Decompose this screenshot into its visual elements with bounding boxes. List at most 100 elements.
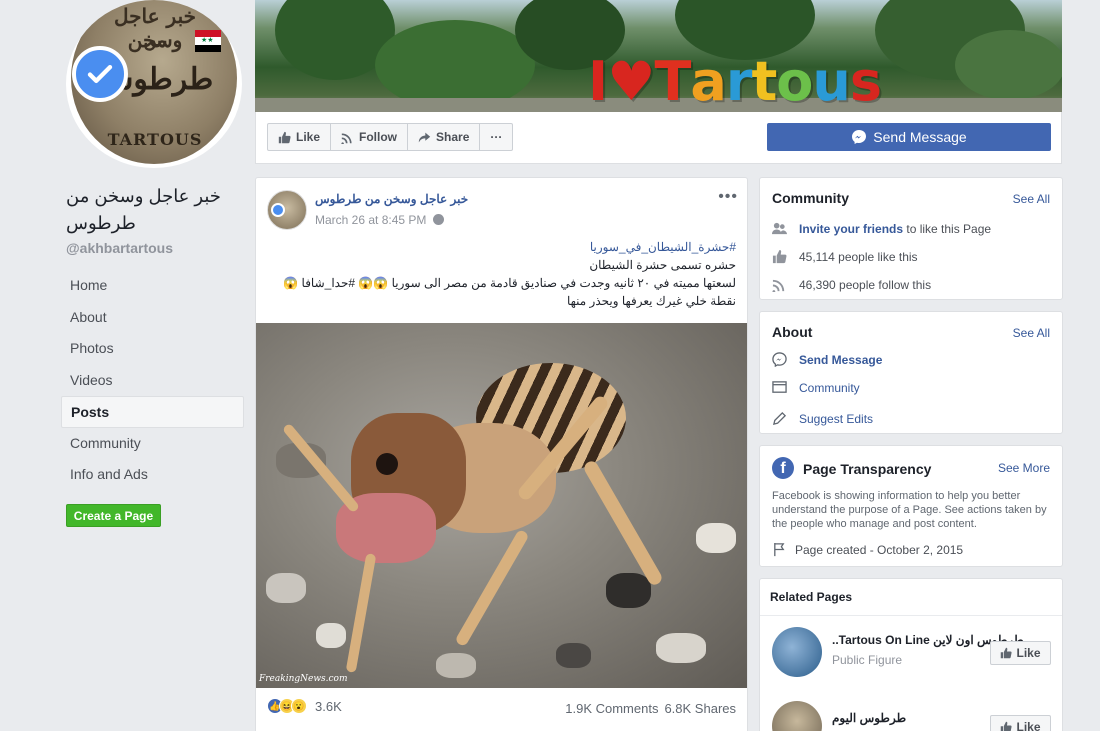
page-nav: Home About Photos Videos Posts Community… — [61, 270, 244, 491]
nav-item-photos[interactable]: Photos — [61, 333, 244, 365]
nav-item-info-and-ads[interactable]: Info and Ads — [61, 459, 244, 491]
page-name[interactable]: خبر عاجل وسخن من طرطوس — [66, 183, 246, 237]
community-card: Community See All Invite your friends to… — [759, 177, 1063, 300]
transparency-see-more-link[interactable]: See More — [998, 461, 1050, 475]
community-see-all-link[interactable]: See All — [1013, 192, 1050, 206]
about-title: About — [772, 324, 813, 340]
nav-item-videos[interactable]: Videos — [61, 365, 244, 397]
profile-picture[interactable]: خبر عاجل وسخن من طرطوس TARTOUS ★★ — [66, 0, 242, 168]
wow-reaction-icon: 😮 — [291, 698, 307, 714]
post-hashtag[interactable]: #حشرة_الشيطان_في_سوريا — [276, 238, 736, 256]
related-page-name[interactable]: طرطوس اليوم — [832, 711, 906, 725]
post-time-text: March 26 at 8:45 PM — [315, 213, 427, 227]
image-watermark: FreakingNews.com — [259, 674, 348, 684]
post-options-button[interactable]: ••• — [718, 188, 738, 206]
post-author-name[interactable]: خبر عاجل وسخن من طرطوس — [315, 192, 468, 206]
nav-item-home[interactable]: Home — [61, 270, 244, 302]
cover-photo[interactable]: I♥Tartous — [255, 0, 1062, 112]
page-created-text: Page created - October 2, 2015 — [795, 542, 964, 557]
reaction-count: 3.6K — [315, 698, 342, 714]
invite-friends-link[interactable]: Invite your friends — [799, 222, 903, 236]
shares-count-link[interactable]: 6.8K Shares — [664, 701, 736, 716]
suggest-edits-link[interactable]: Suggest Edits — [799, 412, 873, 426]
rss-icon — [341, 132, 352, 144]
related-page-like-label: Like — [1016, 646, 1041, 660]
transparency-title: Page Transparency — [803, 461, 932, 477]
divider — [760, 615, 1062, 616]
cover-sign-letter: u — [812, 50, 850, 112]
post-text-line-3: لسعتها مميته في ٢٠ ثانيه وجدت في صناديق … — [283, 276, 736, 290]
share-button[interactable]: Share — [408, 124, 481, 150]
about-card: About See All Send Message Community Sug… — [759, 311, 1063, 434]
create-page-button[interactable]: Create a Page — [66, 504, 161, 527]
thumbs-up-icon — [278, 131, 291, 143]
related-page-like-button[interactable]: Like — [990, 715, 1051, 731]
community-title: Community — [772, 190, 849, 206]
invite-friends-row[interactable]: Invite your friends to like this Page — [772, 221, 991, 236]
thumbs-up-icon — [1001, 721, 1013, 731]
related-page-avatar[interactable] — [772, 627, 822, 677]
cover-sign-letters: I♥Tartous — [588, 50, 882, 112]
nav-item-community[interactable]: Community — [61, 428, 244, 460]
flag-icon — [774, 542, 785, 557]
about-community-row[interactable]: Community — [772, 380, 860, 395]
likes-count-row: 45,114 people like this — [772, 249, 918, 264]
cover-sign-letter: T — [654, 50, 692, 112]
comments-count-link[interactable]: 1.9K Comments — [565, 701, 658, 716]
invite-friends-rest: to like this Page — [903, 221, 992, 236]
send-message-label: Send Message — [873, 129, 967, 145]
post-author-avatar[interactable] — [267, 190, 307, 230]
messenger-icon — [772, 352, 787, 367]
related-page-like-button[interactable]: Like — [990, 641, 1051, 665]
related-page-item-2[interactable]: طرطوس اليوم — [772, 701, 906, 731]
cover-sign-letter: t — [751, 50, 777, 112]
more-dots-icon: ··· — [490, 130, 503, 144]
reactions-summary[interactable]: 👍 😆 😮 3.6K — [267, 698, 342, 714]
follows-count-text: 46,390 people follow this — [799, 277, 932, 292]
post-text: #حشرة_الشيطان_في_سوريا حشره تسمى حشرة ال… — [276, 238, 736, 310]
post-text-line-4: نقطة خلي غيرك يعرفها ويحذر منها — [566, 294, 736, 308]
rss-icon — [772, 279, 785, 292]
facebook-logo-icon: f — [772, 457, 794, 479]
thumbs-up-icon — [1001, 647, 1013, 659]
globe-icon — [432, 214, 444, 225]
page-handle[interactable]: @akhbartartous — [66, 240, 173, 256]
related-page-avatar[interactable] — [772, 701, 822, 731]
cover-sign-letter: I — [588, 50, 608, 112]
cover-sign-letter: a — [690, 50, 726, 112]
profile-image-text-4: TARTOUS — [107, 130, 203, 149]
nav-item-posts[interactable]: Posts — [61, 396, 244, 428]
related-page-like-label: Like — [1016, 720, 1041, 731]
post-image[interactable]: FreakingNews.com — [256, 323, 747, 688]
about-see-all-link[interactable]: See All — [1013, 326, 1050, 340]
pencil-icon — [772, 411, 787, 426]
follow-button[interactable]: Follow — [331, 124, 409, 150]
thumbs-up-icon — [772, 249, 787, 264]
page-icon — [772, 381, 787, 393]
cover-sign-letter: r — [725, 50, 753, 112]
about-send-message-row[interactable]: Send Message — [772, 352, 882, 367]
people-icon — [772, 222, 787, 235]
nav-item-about[interactable]: About — [61, 302, 244, 334]
like-page-button[interactable]: Like — [268, 124, 332, 150]
messenger-icon — [852, 130, 867, 144]
page-transparency-card: f Page Transparency See More Facebook is… — [759, 445, 1063, 567]
transparency-description: Facebook is showing information to help … — [772, 490, 1047, 530]
about-send-message-link[interactable]: Send Message — [799, 353, 882, 367]
suggest-edits-row[interactable]: Suggest Edits — [772, 411, 873, 426]
page-created-row: Page created - October 2, 2015 — [772, 542, 963, 557]
like-page-label: Like — [296, 130, 321, 144]
post-timestamp[interactable]: March 26 at 8:45 PM — [315, 213, 444, 227]
follow-label: Follow — [359, 130, 398, 144]
share-label: Share — [436, 130, 470, 144]
post-stats: 1.9K Comments 6.8K Shares — [565, 701, 736, 716]
related-page-item-1[interactable]: طرطوس اون لاين Tartous On Line.. Public … — [772, 627, 1024, 677]
verified-badge-icon — [72, 46, 128, 102]
reaction-icons: 👍 😆 😮 — [267, 698, 307, 714]
related-pages-card: Related Pages طرطوس اون لاين Tartous On … — [759, 578, 1063, 731]
related-pages-title: Related Pages — [770, 590, 853, 604]
send-message-button[interactable]: Send Message — [767, 123, 1051, 151]
cover-sign-letter: s — [849, 50, 882, 112]
more-options-button[interactable]: ··· — [480, 124, 512, 150]
about-community-link[interactable]: Community — [799, 381, 860, 395]
